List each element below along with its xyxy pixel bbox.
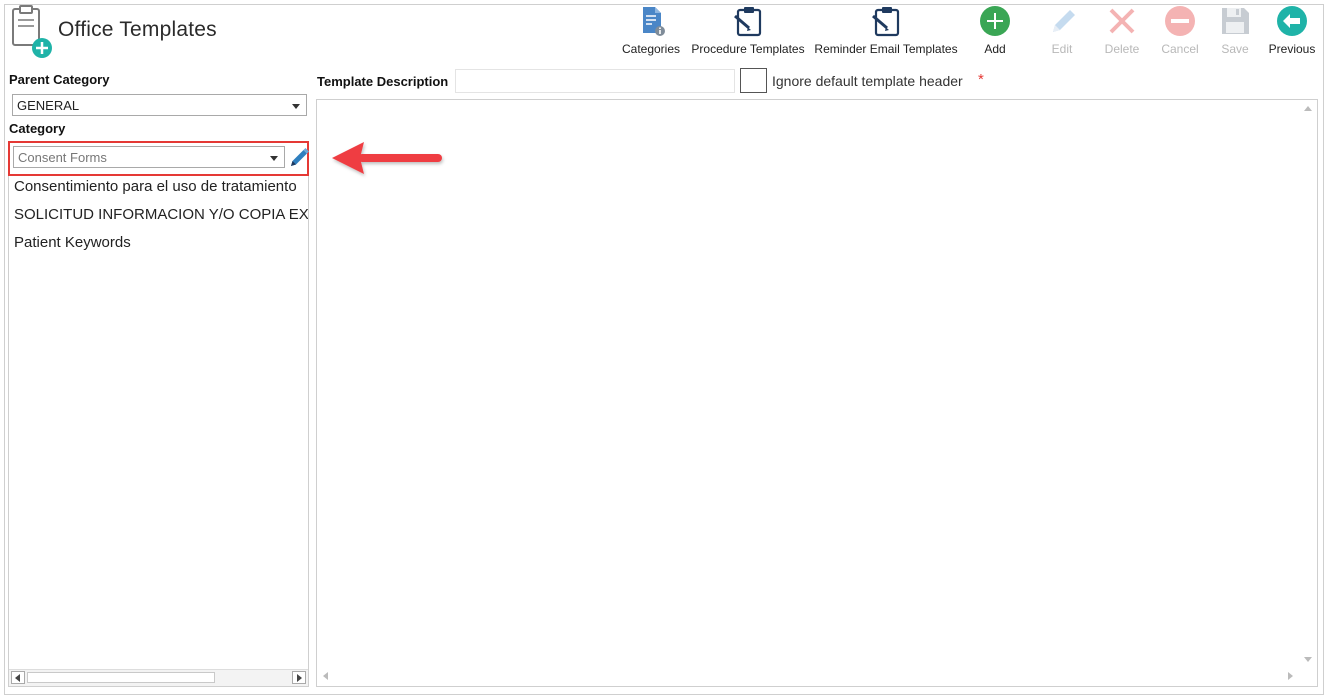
add-label: Add [984,42,1006,56]
delete-button[interactable]: Delete [1098,4,1146,60]
document-info-icon [643,7,665,36]
list-item[interactable]: Patient Keywords [9,232,308,260]
categories-label: Categories [621,42,681,56]
cancel-button[interactable]: Cancel [1156,4,1204,60]
required-indicator: * [978,71,984,88]
template-description-label: Template Description [317,74,449,89]
template-description-input[interactable] [455,69,735,93]
toolbar: Categories Procedure Templates Reminder … [0,0,1327,62]
template-editor[interactable] [316,99,1318,687]
scroll-right-arrow[interactable] [1288,672,1293,680]
category-select[interactable]: Consent Forms [13,146,285,168]
scroll-right-button[interactable] [292,671,306,684]
parent-category-value: GENERAL [17,98,80,113]
floppy-disk-icon [1222,8,1249,34]
edit-button[interactable]: Edit [1038,4,1086,60]
save-label: Save [1221,42,1249,56]
add-button[interactable]: Add [970,4,1020,60]
categories-button[interactable]: Categories [620,4,682,60]
list-item[interactable]: Consentimiento para el uso de tratamient… [9,176,308,204]
chevron-down-icon [270,156,278,161]
procedure-templates-button[interactable]: Procedure Templates [690,4,806,60]
pencil-icon[interactable] [289,146,309,168]
chevron-down-icon [292,104,300,109]
ignore-header-checkbox[interactable] [740,68,767,93]
cancel-label: Cancel [1161,42,1199,56]
save-button[interactable]: Save [1212,4,1258,60]
x-icon [1109,8,1135,34]
scroll-left-arrow[interactable] [323,672,328,680]
reminder-email-templates-button[interactable]: Reminder Email Templates [814,4,958,60]
delete-label: Delete [1104,42,1140,56]
edit-label: Edit [1051,42,1073,56]
pencil-icon [1053,10,1075,32]
ignore-header-label: Ignore default template header [772,73,963,89]
parent-category-label: Parent Category [9,72,110,87]
category-label: Category [9,121,66,136]
clipboard-pen-icon [872,7,900,37]
scroll-up-arrow[interactable] [1304,106,1312,111]
reminder-email-templates-label: Reminder Email Templates [814,42,958,56]
category-value: Consent Forms [18,150,107,165]
clipboard-pen-icon [734,7,762,37]
red-arrow-left-icon [332,142,442,174]
plus-circle-icon [980,6,1010,36]
template-list: Consentimiento para el uso de tratamient… [8,176,309,687]
previous-label: Previous [1268,42,1316,56]
list-item[interactable]: SOLICITUD INFORMACION Y/O COPIA EXPEDIEN… [9,204,308,232]
scroll-thumb[interactable] [27,672,215,683]
arrow-left-circle-icon [1277,6,1307,36]
procedure-templates-label: Procedure Templates [691,42,805,56]
minus-circle-icon [1165,6,1195,36]
scroll-down-arrow[interactable] [1304,657,1312,662]
previous-button[interactable]: Previous [1266,4,1318,60]
scroll-left-button[interactable] [11,671,25,684]
horizontal-scrollbar[interactable] [9,669,308,686]
parent-category-select[interactable]: GENERAL [12,94,307,116]
